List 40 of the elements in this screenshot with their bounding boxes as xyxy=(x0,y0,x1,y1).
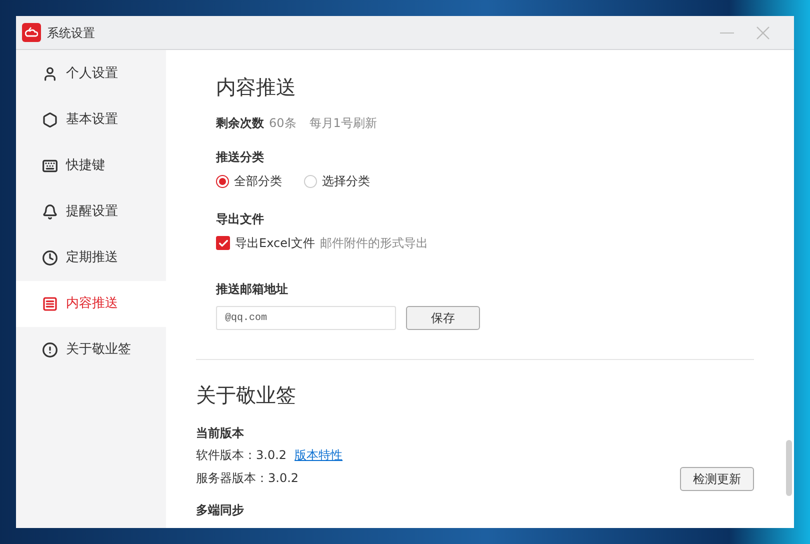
sidebar-item[interactable]: 基本设置 xyxy=(16,97,166,143)
remaining-count: 60条 xyxy=(269,115,296,132)
export-hint: 邮件附件的形式导出 xyxy=(320,235,428,252)
field-label: 当前版本 xyxy=(196,425,244,442)
window-title: 系统设置 xyxy=(47,24,95,42)
hexagon-icon xyxy=(42,112,58,128)
export-checkbox[interactable]: 导出Excel文件 xyxy=(216,234,315,252)
info-icon xyxy=(42,342,58,358)
clock-icon xyxy=(42,250,58,266)
section-title: 内容推送 xyxy=(216,74,296,100)
sidebar-item[interactable]: 关于敬业签 xyxy=(16,327,166,373)
software-version: 软件版本：3.0.2 xyxy=(196,447,287,464)
field-label: 剩余次数 xyxy=(216,115,264,132)
sidebar-item[interactable]: 内容推送 xyxy=(16,281,166,327)
check-update-button[interactable]: 检测更新 xyxy=(680,467,754,491)
sidebar-item[interactable]: 快捷键 xyxy=(16,143,166,189)
sidebar-item[interactable]: 定期推送 xyxy=(16,235,166,281)
sidebar-item[interactable]: 提醒设置 xyxy=(16,189,166,235)
radio-option[interactable]: 选择分类 xyxy=(304,172,370,190)
user-icon xyxy=(42,66,58,82)
scrollbar-thumb[interactable] xyxy=(786,440,792,496)
keyboard-icon xyxy=(42,158,58,174)
server-version: 服务器版本：3.0.2 xyxy=(196,470,299,487)
sidebar-item[interactable]: 个人设置 xyxy=(16,51,166,97)
bell-icon xyxy=(42,204,58,220)
section-title: 关于敬业签 xyxy=(196,382,296,408)
app-logo-icon xyxy=(22,23,41,42)
document-icon xyxy=(42,296,58,312)
field-label: 推送邮箱地址 xyxy=(216,281,288,298)
field-label: 推送分类 xyxy=(216,149,264,166)
field-label: 导出文件 xyxy=(216,211,264,228)
save-button[interactable]: 保存 xyxy=(406,306,480,330)
checkmark-icon xyxy=(218,238,228,248)
minimize-icon[interactable] xyxy=(720,32,734,34)
radio-option[interactable]: 全部分类 xyxy=(216,172,282,190)
release-notes-link[interactable]: 版本特性 xyxy=(294,446,343,464)
refresh-note: 每月1号刷新 xyxy=(309,115,377,132)
field-label: 多端同步 xyxy=(196,502,244,519)
email-input-field[interactable]: @qq.com xyxy=(216,306,396,330)
close-icon[interactable] xyxy=(756,26,770,40)
